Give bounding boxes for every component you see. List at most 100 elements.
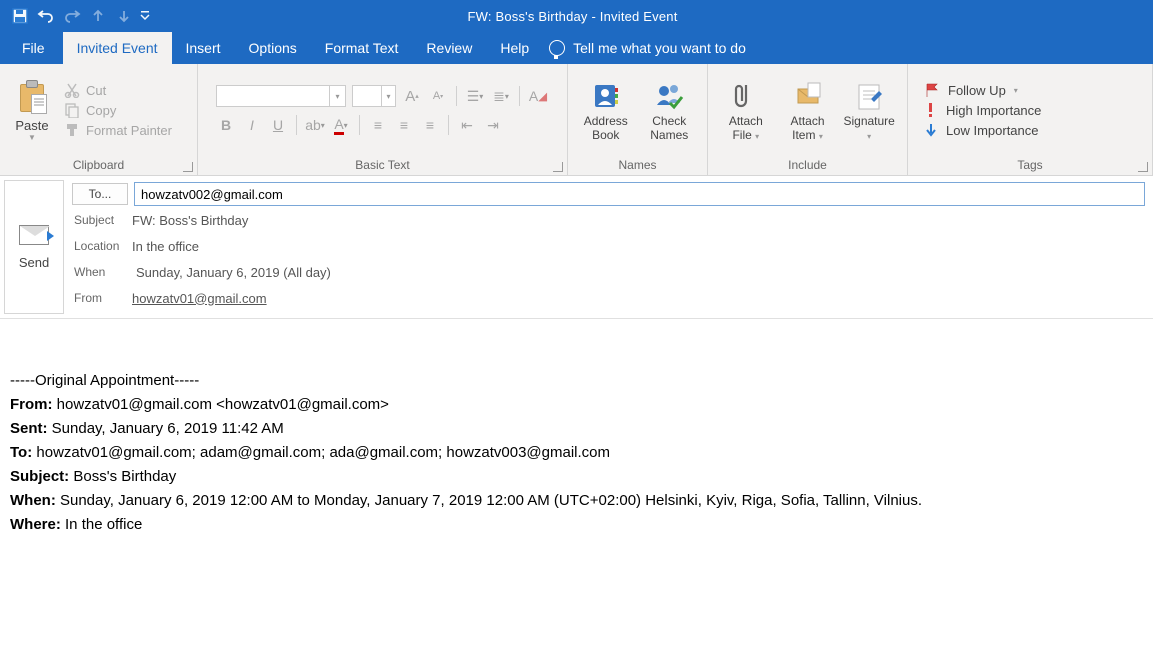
follow-up-button[interactable]: Follow Up ▾: [924, 82, 1041, 98]
numbering-icon[interactable]: ≣▾: [491, 86, 511, 106]
from-value[interactable]: howzatv01@gmail.com: [132, 291, 267, 306]
to-field[interactable]: [134, 182, 1145, 206]
dialog-launcher-icon[interactable]: [553, 162, 563, 172]
quick-access-toolbar: [0, 4, 152, 28]
redo-icon[interactable]: [60, 4, 84, 28]
save-icon[interactable]: [8, 4, 32, 28]
group-names: AddressBook CheckNames Names: [568, 64, 708, 175]
group-include: AttachFile ▾ AttachItem ▾ Signature▾ Inc…: [708, 64, 908, 175]
tab-invited-event[interactable]: Invited Event: [63, 32, 172, 64]
address-book-button[interactable]: AddressBook: [576, 77, 636, 143]
low-importance-button[interactable]: Low Importance: [924, 122, 1041, 138]
tab-help[interactable]: Help: [486, 32, 543, 64]
signature-icon: [855, 79, 883, 113]
grow-font-icon[interactable]: A▴: [402, 86, 422, 106]
italic-button[interactable]: I: [242, 115, 262, 135]
down-arrow-blue-icon: [924, 122, 938, 138]
tab-file[interactable]: File: [4, 32, 63, 64]
high-importance-button[interactable]: High Importance: [924, 102, 1041, 118]
dialog-launcher-icon[interactable]: [183, 162, 193, 172]
body-when-value: Sunday, January 6, 2019 12:00 AM to Mond…: [56, 492, 922, 509]
cut-icon: [64, 82, 80, 98]
group-label-tags: Tags: [1017, 158, 1042, 172]
group-basic-text: ▾ ▾ A▴ A▾ ☰▾ ≣▾ A◢ B I U ab▾ A▾: [198, 64, 568, 175]
bullets-icon[interactable]: ☰▾: [465, 86, 485, 106]
copy-button[interactable]: Copy: [64, 102, 172, 118]
align-left-icon[interactable]: ≡: [368, 115, 388, 135]
chevron-down-icon: ▼: [28, 133, 36, 142]
decrease-indent-icon[interactable]: ⇤: [457, 115, 477, 135]
body-when-label: When:: [10, 492, 56, 509]
up-arrow-icon[interactable]: [86, 4, 110, 28]
tab-insert[interactable]: Insert: [172, 32, 235, 64]
align-right-icon[interactable]: ≡: [420, 115, 440, 135]
body-from-value: howzatv01@gmail.com <howzatv01@gmail.com…: [53, 396, 389, 413]
high-importance-label: High Importance: [946, 103, 1041, 118]
compose-header: Send To... Subject FW: Boss's Birthday L…: [0, 176, 1153, 319]
check-names-icon: [654, 79, 684, 113]
cut-button[interactable]: Cut: [64, 82, 172, 98]
signature-button[interactable]: Signature▾: [839, 77, 899, 143]
increase-indent-icon[interactable]: ⇥: [483, 115, 503, 135]
paste-icon: [17, 80, 47, 114]
group-label-include: Include: [708, 156, 907, 175]
group-tags: Follow Up ▾ High Importance Low Importan…: [908, 64, 1153, 175]
paperclip-icon: [733, 79, 759, 113]
group-label-names: Names: [568, 156, 707, 175]
shrink-font-icon[interactable]: A▾: [428, 86, 448, 106]
tab-options[interactable]: Options: [235, 32, 311, 64]
body-from-label: From:: [10, 396, 53, 413]
flag-icon: [924, 82, 940, 98]
ribbon-tabs: File Invited Event Insert Options Format…: [0, 32, 1153, 64]
tab-review[interactable]: Review: [412, 32, 486, 64]
low-importance-label: Low Importance: [946, 123, 1039, 138]
subject-value[interactable]: FW: Boss's Birthday: [132, 213, 248, 228]
message-body[interactable]: -----Original Appointment----- From: how…: [0, 319, 1153, 557]
when-value: Sunday, January 6, 2019 (All day): [132, 265, 331, 280]
attach-item-button[interactable]: AttachItem ▾: [778, 77, 838, 143]
dialog-launcher-icon[interactable]: [1138, 162, 1148, 172]
down-arrow-icon[interactable]: [112, 4, 136, 28]
highlight-button[interactable]: ab▾: [305, 115, 325, 135]
address-book-icon: [591, 79, 621, 113]
copy-icon: [64, 102, 80, 118]
tab-format-text[interactable]: Format Text: [311, 32, 413, 64]
body-sent-label: Sent:: [10, 420, 48, 437]
body-sent-value: Sunday, January 6, 2019 11:42 AM: [48, 420, 284, 437]
lightbulb-icon: [549, 40, 565, 56]
copy-label: Copy: [86, 103, 116, 118]
send-button[interactable]: Send: [4, 180, 64, 314]
font-color-button[interactable]: A▾: [331, 115, 351, 135]
format-painter-icon: [64, 122, 80, 138]
tell-me-placeholder: Tell me what you want to do: [573, 40, 746, 56]
subject-label: Subject: [70, 213, 132, 227]
body-where-value: In the office: [61, 516, 142, 533]
check-names-button[interactable]: CheckNames: [640, 77, 700, 143]
font-size-combo[interactable]: ▾: [352, 85, 396, 107]
format-painter-button[interactable]: Format Painter: [64, 122, 172, 138]
attach-file-button[interactable]: AttachFile ▾: [716, 77, 776, 143]
to-button[interactable]: To...: [72, 183, 128, 205]
paste-label: Paste: [15, 118, 48, 133]
paste-button[interactable]: Paste ▼: [8, 78, 56, 142]
tell-me-search[interactable]: Tell me what you want to do: [543, 32, 746, 64]
body-subject-value: Boss's Birthday: [69, 468, 176, 485]
location-value: In the office: [132, 239, 199, 254]
body-to-value: howzatv01@gmail.com; adam@gmail.com; ada…: [32, 444, 610, 461]
attach-item-icon: [794, 79, 822, 113]
ribbon: Paste ▼ Cut Copy Format Painter Clipboar…: [0, 64, 1153, 176]
original-appointment-divider: -----Original Appointment-----: [10, 369, 1143, 393]
window-title: FW: Boss's Birthday - Invited Event: [152, 9, 993, 24]
body-to-label: To:: [10, 444, 32, 461]
align-center-icon[interactable]: ≡: [394, 115, 414, 135]
clear-formatting-icon[interactable]: A◢: [528, 86, 548, 106]
body-where-label: Where:: [10, 516, 61, 533]
exclamation-icon: [924, 102, 938, 118]
underline-button[interactable]: U: [268, 115, 288, 135]
font-family-combo[interactable]: ▾: [216, 85, 346, 107]
qat-customize-icon[interactable]: [138, 4, 152, 28]
send-label: Send: [19, 255, 49, 270]
group-label-clipboard: Clipboard: [73, 158, 124, 172]
undo-icon[interactable]: [34, 4, 58, 28]
bold-button[interactable]: B: [216, 115, 236, 135]
